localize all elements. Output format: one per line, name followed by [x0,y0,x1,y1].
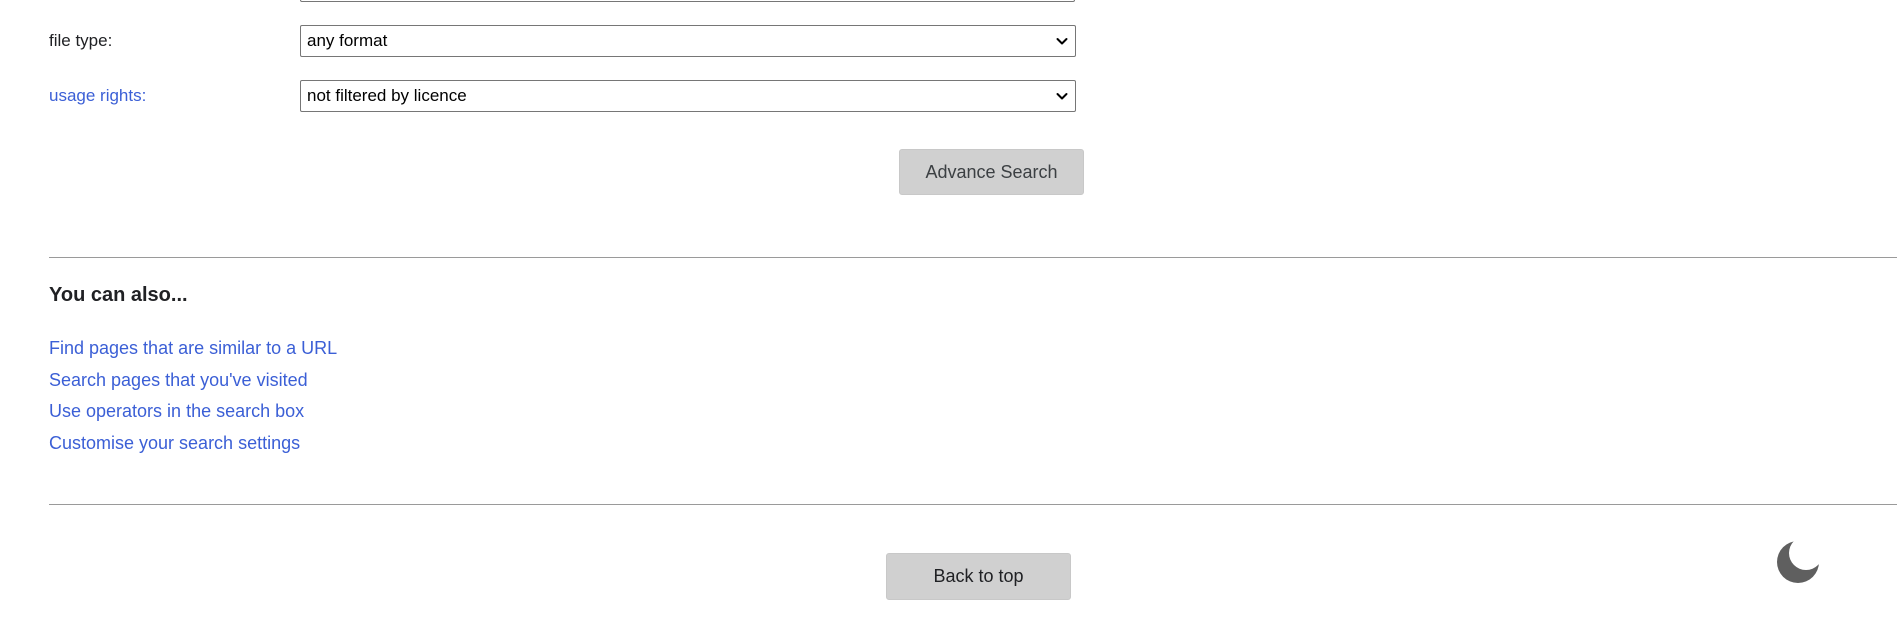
file-type-select[interactable]: any format [300,25,1076,57]
divider [49,257,1897,258]
usage-rights-label-link[interactable]: usage rights: [49,86,300,106]
usage-rights-select[interactable]: not filtered by licence [300,80,1076,112]
file-type-label: file type: [49,31,113,50]
find-similar-pages-link[interactable]: Find pages that are similar to a URL [49,335,337,367]
chevron-down-icon [1056,38,1068,45]
use-operators-link[interactable]: Use operators in the search box [49,398,337,430]
usage-rights-selected-value: not filtered by licence [307,86,467,105]
moon-icon[interactable] [1776,540,1820,584]
divider [49,504,1897,505]
also-links-list: Find pages that are similar to a URL Sea… [49,335,337,461]
customise-settings-link[interactable]: Customise your search settings [49,430,337,462]
file-type-selected-value: any format [307,31,388,50]
usage-rights-row: usage rights: not filtered by licence [49,80,1076,112]
you-can-also-heading: You can also... [49,284,188,306]
search-visited-pages-link[interactable]: Search pages that you've visited [49,367,337,399]
advanced-search-button[interactable]: Advance Search [899,149,1084,195]
advanced-search-page: file type: any format usage rights: not … [0,0,1897,633]
back-to-top-button[interactable]: Back to top [886,553,1071,600]
chevron-down-icon [1056,93,1068,100]
file-type-row: file type: any format [49,25,1076,57]
previous-field-edge[interactable] [300,0,1075,2]
